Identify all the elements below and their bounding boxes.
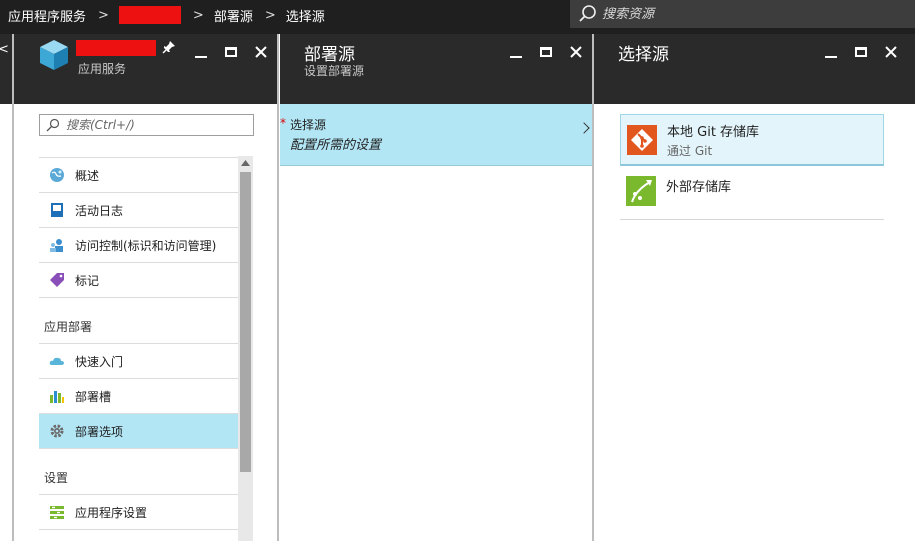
menu-item-overview[interactable]: 概述	[39, 157, 238, 192]
search-icon	[578, 4, 600, 24]
slots-chart-icon	[49, 388, 65, 404]
menu-item-activity-log[interactable]: 活动日志	[39, 192, 238, 227]
menu-item-label: 部署槽	[75, 389, 112, 404]
blade-subtitle: 应用服务	[78, 62, 127, 76]
minimize-button[interactable]	[186, 42, 216, 62]
menu-item-label: 应用程序设置	[75, 505, 148, 520]
deploy-source-blade-body: * 选择源 配置所需的设置	[280, 104, 592, 541]
maximize-button[interactable]	[216, 42, 246, 62]
menu-item-tags[interactable]: 标记	[39, 262, 238, 297]
app-service-cube-icon	[38, 38, 70, 72]
close-icon	[885, 46, 897, 58]
external-repo-icon	[626, 176, 656, 206]
choose-source-blade-body: 本地 Git 存储库 通过 Git 外部存储库	[594, 104, 915, 541]
pin-icon[interactable]	[162, 40, 176, 58]
option-title: 外部存储库	[666, 180, 732, 195]
menu-item-label: 活动日志	[75, 203, 124, 218]
blade-title: 选择源	[618, 45, 669, 65]
close-button[interactable]	[561, 42, 591, 62]
global-search[interactable]	[570, 0, 915, 28]
chevron-right-icon: >	[192, 7, 204, 23]
breadcrumb-choose-source[interactable]: 选择源	[286, 6, 325, 25]
top-bar: 应用程序服务 > > 部署源 > 选择源	[0, 0, 915, 34]
choose-source-blade-header: 选择源	[594, 34, 915, 104]
maximize-icon	[855, 47, 867, 57]
menu-item-access-control[interactable]: 访问控制(标识和访问管理)	[39, 227, 238, 262]
field-label: 选择源	[290, 118, 327, 132]
option-subtitle: 通过 Git	[667, 143, 713, 158]
minimize-button[interactable]	[501, 42, 531, 62]
scroll-up-icon[interactable]	[238, 156, 253, 170]
cloud-icon	[49, 353, 65, 369]
menu-item-app-settings[interactable]: 应用程序设置	[39, 494, 238, 529]
resource-menu: 概述 活动日志 访问控制(标识和访问管理) 标记 应用部署 快速入门 部署槽 部…	[39, 157, 238, 541]
close-button[interactable]	[876, 42, 906, 62]
menu-scrollbar[interactable]	[238, 156, 253, 541]
menu-search-input[interactable]	[66, 118, 246, 132]
deploy-source-blade-header: 部署源 设置部署源	[280, 34, 592, 104]
section-header-settings: 设置	[39, 448, 238, 494]
menu-item-quickstart[interactable]: 快速入门	[39, 343, 238, 378]
maximize-icon	[540, 47, 552, 57]
required-marker: *	[280, 116, 286, 130]
scrollbar-thumb[interactable]	[240, 172, 251, 472]
chevron-right-icon: >	[98, 7, 109, 23]
search-icon	[46, 118, 60, 132]
log-book-icon	[49, 202, 65, 218]
minimize-button[interactable]	[816, 42, 846, 62]
maximize-button[interactable]	[846, 42, 876, 62]
breadcrumb-app-service[interactable]: 应用程序服务	[8, 6, 86, 25]
menu-item-label: 部署选项	[75, 424, 124, 439]
blade-subtitle: 设置部署源	[304, 64, 365, 78]
chevron-right-icon: >	[264, 7, 276, 23]
menu-item-label: 标记	[75, 273, 100, 288]
menu-item-label: 概述	[75, 168, 100, 183]
maximize-button[interactable]	[531, 42, 561, 62]
menu-item-label: 访问控制(标识和访问管理)	[75, 238, 217, 253]
minimize-icon	[510, 56, 522, 58]
collapsed-blade-edge[interactable]: <	[0, 34, 12, 104]
app-blade-header: 应用服务	[14, 34, 278, 104]
menu-item-partial[interactable]	[39, 529, 238, 541]
option-title: 本地 Git 存储库	[667, 124, 760, 140]
global-search-input[interactable]	[602, 6, 902, 22]
globe-icon	[49, 167, 65, 183]
menu-item-deploy-options[interactable]: 部署选项	[39, 413, 238, 448]
minimize-icon	[195, 56, 207, 58]
chevron-left-icon[interactable]: <	[0, 42, 9, 57]
maximize-icon	[225, 47, 237, 57]
blade-divider	[277, 34, 279, 541]
settings-list-icon	[49, 504, 65, 520]
chevron-right-icon	[578, 122, 590, 134]
breadcrumb: 应用程序服务 > > 部署源 > 选择源	[8, 0, 325, 30]
field-value: 配置所需的设置	[290, 138, 382, 153]
close-icon	[255, 46, 267, 58]
menu-search-box[interactable]	[39, 114, 254, 136]
choose-source-field[interactable]: * 选择源 配置所需的设置	[280, 104, 592, 166]
menu-item-deploy-slots[interactable]: 部署槽	[39, 378, 238, 413]
minimize-icon	[825, 56, 837, 58]
option-local-git[interactable]: 本地 Git 存储库 通过 Git	[620, 114, 884, 166]
tag-icon	[49, 272, 65, 288]
option-external-repo[interactable]: 外部存储库	[620, 166, 884, 220]
close-icon	[570, 46, 582, 58]
breadcrumb-deploy-source[interactable]: 部署源	[214, 6, 253, 25]
app-name-redacted	[76, 40, 156, 56]
menu-item-label: 快速入门	[75, 354, 124, 369]
gear-icon	[49, 423, 65, 439]
close-button[interactable]	[246, 42, 276, 62]
breadcrumb-redacted-app-name[interactable]	[118, 6, 181, 24]
users-icon	[49, 237, 65, 253]
section-header-app-deploy: 应用部署	[39, 297, 238, 343]
app-blade-body: 概述 活动日志 访问控制(标识和访问管理) 标记 应用部署 快速入门	[14, 104, 278, 541]
git-icon	[627, 124, 657, 155]
